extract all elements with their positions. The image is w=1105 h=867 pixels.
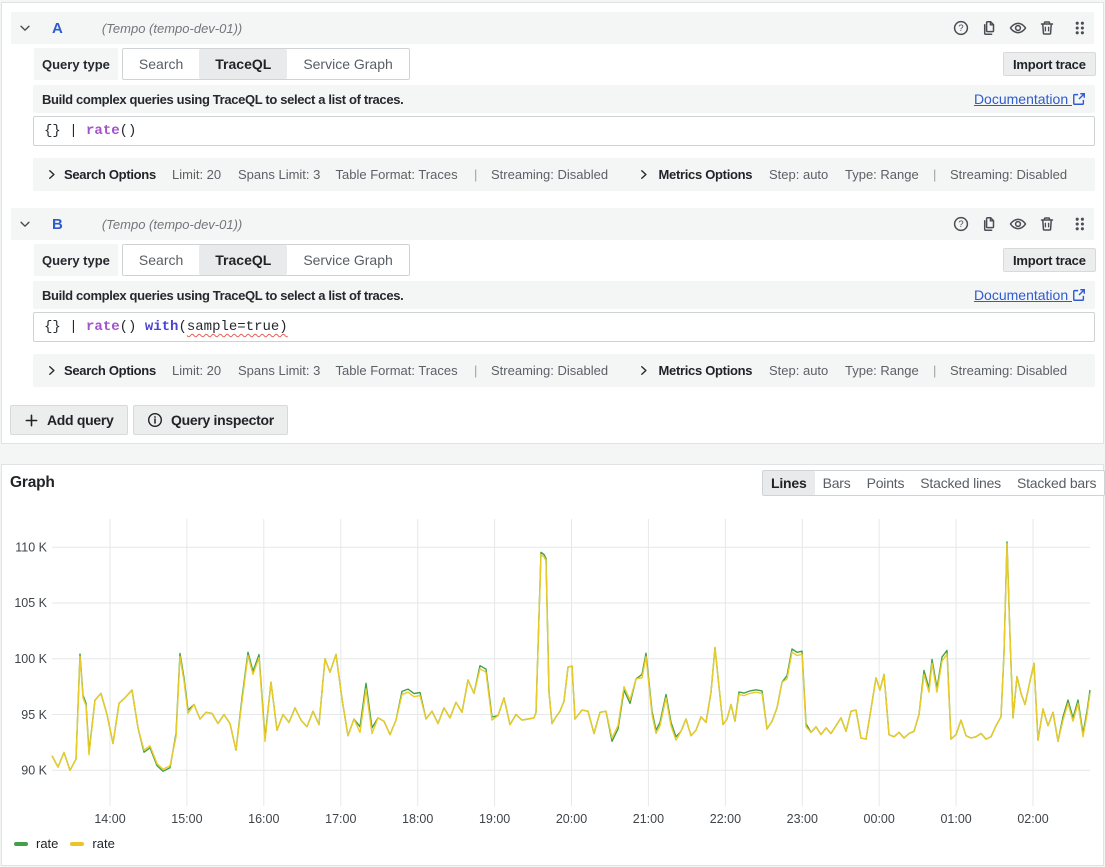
svg-text:18:00: 18:00	[402, 812, 433, 826]
svg-text:16:00: 16:00	[248, 812, 279, 826]
svg-text:15:00: 15:00	[171, 812, 202, 826]
svg-text:01:00: 01:00	[940, 812, 971, 826]
svg-text:14:00: 14:00	[94, 812, 125, 826]
svg-text:105 K: 105 K	[14, 596, 47, 610]
svg-text:100 K: 100 K	[14, 652, 47, 666]
svg-text:?: ?	[958, 23, 963, 34]
svg-text:23:00: 23:00	[787, 812, 818, 826]
svg-text:?: ?	[958, 219, 963, 230]
svg-text:22:00: 22:00	[710, 812, 741, 826]
svg-text:90 K: 90 K	[21, 764, 47, 778]
svg-text:95 K: 95 K	[21, 708, 47, 722]
svg-text:02:00: 02:00	[1017, 812, 1048, 826]
svg-text:21:00: 21:00	[633, 812, 664, 826]
svg-text:19:00: 19:00	[479, 812, 510, 826]
svg-text:20:00: 20:00	[556, 812, 587, 826]
svg-text:17:00: 17:00	[325, 812, 356, 826]
svg-text:110 K: 110 K	[15, 541, 47, 555]
svg-text:00:00: 00:00	[864, 812, 895, 826]
